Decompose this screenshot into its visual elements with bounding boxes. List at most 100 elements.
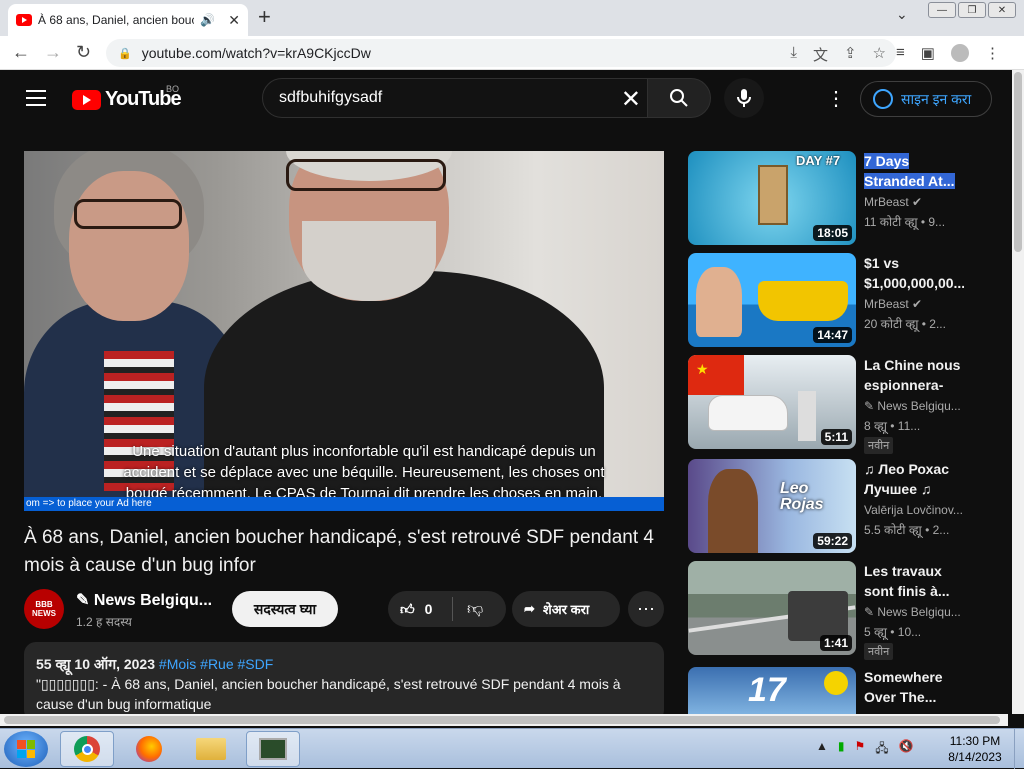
duration-badge: 18:05 (813, 225, 852, 241)
like-count: 0 (424, 601, 433, 617)
recommendation-title: La Chine nous espionnera-t-... (864, 357, 961, 393)
translate-icon[interactable]: 文 (813, 44, 828, 65)
recommendation-item[interactable]: ★ 5:11 La Chine nous espionnera-t-... ✎ … (688, 355, 988, 454)
recommendation-title: $1 vs $1,000,000,00... (864, 255, 964, 291)
video-captions: Une situation d'autant plus inconfortabl… (84, 441, 644, 504)
show-desktop-button[interactable] (1014, 729, 1024, 769)
omnibox-actions: ⤓ 文 ⇪ ☆ (790, 44, 886, 65)
clock[interactable]: 11:30 PM 8/14/2023 (940, 733, 1010, 765)
channel-name[interactable]: ✎ News Belgiqu... (76, 590, 212, 610)
description-meta-row: 55 व्ह्यू 10 ऑग, 2023 #Mois #Rue #SDF (36, 654, 652, 674)
video-thumbnail[interactable]: 17 (688, 667, 856, 714)
flag-icon[interactable]: ⚑ (855, 739, 866, 760)
back-button[interactable]: ← (12, 42, 30, 63)
settings-kebab-icon[interactable]: ⋮ (826, 86, 846, 111)
more-actions-icon[interactable]: ⋯ (628, 591, 664, 627)
caption-line: Une situation d'autant plus inconfortabl… (132, 443, 596, 460)
sign-in-button[interactable]: साइन इन करा (860, 81, 992, 117)
video-thumbnail[interactable]: DAY #7 18:05 (688, 151, 856, 245)
microphone-icon (737, 89, 751, 107)
tab-search-chevron-icon[interactable]: ⌄ (896, 6, 908, 23)
speaker-icon[interactable]: 🔊 (200, 13, 215, 27)
video-frame-glasses (74, 199, 182, 229)
horizontal-scrollbar[interactable] (0, 714, 1008, 726)
lock-icon[interactable]: 🔒 (118, 47, 132, 60)
recommendation-item[interactable]: 1:41 Les travaux sont finis à... ✎ News … (688, 561, 988, 660)
country-code: BO (166, 84, 180, 94)
tray-expand-icon[interactable]: ▲ (816, 739, 828, 760)
minimize-button[interactable]: — (928, 2, 956, 18)
video-thumbnail[interactable]: Leo Rojas 59:22 (688, 459, 856, 553)
hashtag[interactable]: #SDF (238, 656, 274, 672)
recommendation-item[interactable]: 14:47 $1 vs $1,000,000,00... MrBeast ✔ 2… (688, 253, 988, 347)
channel-avatar[interactable]: BBB NEWS (24, 589, 64, 629)
chrome-icon (74, 736, 100, 762)
recommendation-channel[interactable]: MrBeast ✔ (864, 195, 964, 209)
video-thumbnail[interactable]: ★ 5:11 (688, 355, 856, 449)
youtube-favicon-icon (16, 14, 32, 26)
search-input[interactable]: sdfbuhifgysadf ✕ (262, 78, 648, 118)
video-thumbnail[interactable]: 1:41 (688, 561, 856, 655)
search-query: sdfbuhifgysadf (279, 89, 383, 106)
thumbs-down-icon[interactable]: 👎︎ (453, 600, 483, 619)
thumb-text: Leo Rojas (780, 480, 824, 513)
close-window-button[interactable]: ✕ (988, 2, 1016, 18)
taskbar-chrome[interactable] (60, 731, 114, 767)
vertical-scrollbar[interactable] (1012, 70, 1024, 714)
share-button[interactable]: ➦ शेअर करा (512, 591, 620, 627)
browser-tab[interactable]: À 68 ans, Daniel, ancien bouc 🔊 ✕ (8, 4, 248, 36)
recommendation-item[interactable]: 17 Somewhere Over The... (688, 667, 988, 714)
youtube-logo[interactable]: YouTube BO (72, 84, 182, 111)
hamburger-menu-icon[interactable] (26, 90, 46, 106)
taskbar-firefox[interactable] (122, 731, 176, 767)
video-thumbnail[interactable]: 14:47 (688, 253, 856, 347)
like-button[interactable]: 👍︎ 0 (388, 601, 452, 618)
recommendation-channel[interactable]: ✎ News Belgiqu... (864, 399, 964, 413)
volume-icon[interactable]: 🔇 (899, 739, 914, 760)
video-player[interactable]: Une situation d'autant plus inconfortabl… (24, 151, 664, 511)
recommendation-item[interactable]: Leo Rojas 59:22 ♫ Лео Рохас Лучшее ♫ Th.… (688, 459, 988, 553)
install-icon[interactable]: ⤓ (790, 44, 797, 65)
side-panel-icon[interactable]: ▣ (921, 44, 935, 62)
start-button[interactable] (4, 731, 48, 767)
hashtag[interactable]: #Rue (200, 656, 233, 672)
address-bar[interactable]: 🔒 youtube.com/watch?v=krA9CKjccDw ⤓ 文 ⇪ … (106, 39, 896, 67)
close-tab-icon[interactable]: ✕ (228, 12, 240, 29)
recommendation-item[interactable]: DAY #7 18:05 7 Days Stranded At... MrBea… (688, 151, 988, 245)
video-frame-face (69, 171, 189, 321)
description-box[interactable]: 55 व्ह्यू 10 ऑग, 2023 #Mois #Rue #SDF "▯… (24, 642, 664, 714)
new-tab-button[interactable]: + (258, 4, 271, 30)
scroll-thumb[interactable] (1014, 72, 1022, 252)
thumb-text: DAY #7 (796, 153, 841, 168)
network-icon[interactable]: 🖧 (875, 739, 888, 760)
reload-button[interactable]: ↻ (76, 42, 91, 63)
media-control-icon[interactable]: ≡ (896, 44, 905, 62)
search-button[interactable] (647, 78, 711, 118)
duration-badge: 14:47 (813, 327, 852, 343)
voice-search-button[interactable] (724, 78, 764, 118)
profile-avatar-icon[interactable] (950, 44, 969, 62)
recommendation-views: 20 कोटी व्ह्यू • 2... (864, 317, 946, 331)
battery-icon[interactable]: ▮ (838, 739, 845, 760)
hashtag[interactable]: #Mois (159, 656, 196, 672)
taskbar-monitor-app[interactable] (246, 731, 300, 767)
recommendation-channel[interactable]: MrBeast ✔ (864, 297, 964, 311)
scroll-thumb[interactable] (4, 716, 1000, 724)
recommendation-channel[interactable]: Valērija Lovčinov... (864, 503, 964, 517)
selected-title-text: 7 Days Stranded At... (864, 153, 955, 189)
forward-button[interactable]: → (44, 42, 62, 63)
restore-button[interactable]: ❐ (958, 2, 986, 18)
recommendation-channel[interactable]: ✎ News Belgiqu... (864, 605, 964, 619)
browser-tabbar: À 68 ans, Daniel, ancien bouc 🔊 ✕ + ⌄ — … (0, 0, 1024, 36)
video-title: À 68 ans, Daniel, ancien boucher handica… (24, 527, 654, 576)
new-badge: नवीन (864, 643, 894, 660)
subscribe-button[interactable]: सदस्यत्व घ्या (232, 591, 338, 627)
share-label: शेअर करा (542, 602, 590, 617)
masthead: YouTube BO sdfbuhifgysadf ✕ ⋮ साइन इन कर… (0, 70, 1012, 126)
taskbar-explorer[interactable] (184, 731, 238, 767)
bookmark-star-icon[interactable]: ☆ (873, 44, 886, 65)
share-page-icon[interactable]: ⇪ (844, 44, 857, 65)
video-frame-man-glasses (286, 159, 446, 191)
chrome-menu-icon[interactable]: ⋮ (985, 44, 1000, 62)
clear-search-icon[interactable]: ✕ (621, 85, 641, 114)
